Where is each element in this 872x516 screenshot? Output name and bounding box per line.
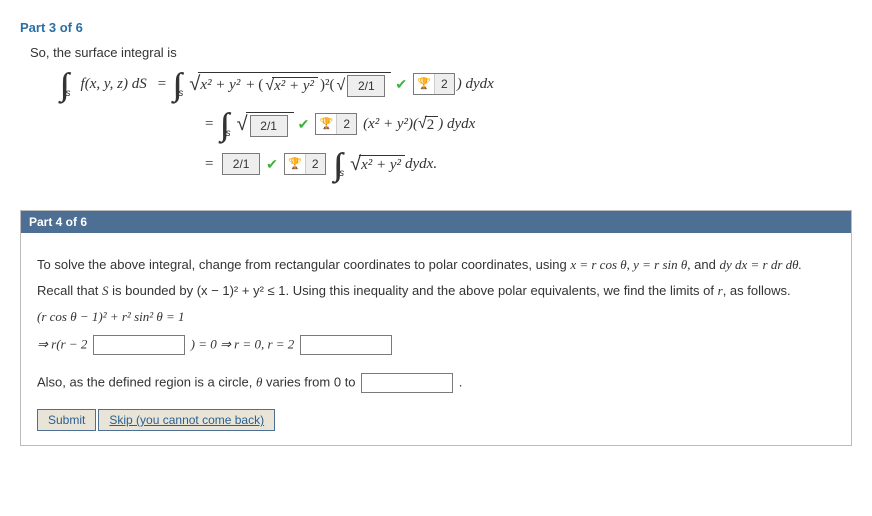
trophy-icon: 🏆 (414, 74, 435, 94)
check-icon: ✔ (298, 117, 310, 131)
part4-p2: Recall that S is bounded by (x − 1)² + y… (37, 283, 835, 299)
eq-line3: = 2/1 ✔ 🏆 2 ∫∫s √x² + y² dydx. (198, 148, 852, 180)
part4-container: Part 4 of 6 To solve the above integral,… (20, 210, 852, 446)
answer-box-2: 2/1 (250, 115, 288, 137)
trophy-icon: 🏆 (316, 114, 337, 134)
input-r-expr[interactable] (93, 335, 185, 355)
submit-button[interactable]: Submit (37, 409, 96, 431)
eq-line1: ∫∫s f(x, y, z) dS = ∫∫s √ x² + y² + ( √x… (60, 68, 852, 100)
input-r-value[interactable] (300, 335, 392, 355)
skip-button[interactable]: Skip (you cannot come back) (98, 409, 275, 431)
trophy-box-2: 🏆 2 (315, 113, 357, 135)
check-icon: ✔ (266, 157, 278, 171)
answer-box-3: 2/1 (222, 153, 260, 175)
part4-p3: Also, as the defined region is a circle,… (37, 373, 835, 393)
part4-header: Part 4 of 6 (21, 211, 851, 233)
trophy-icon: 🏆 (285, 154, 306, 174)
part4-p1: To solve the above integral, change from… (37, 257, 835, 273)
eq-line2: = ∫∫s √ 2/1 ✔ 🏆 2 (x² + y²)( √2 ) dydx (198, 108, 852, 140)
trophy-box-3: 🏆 2 (284, 153, 326, 175)
answer-box-1: 2/1 (347, 75, 385, 97)
input-theta-upper[interactable] (361, 373, 453, 393)
check-icon: ✔ (395, 77, 407, 91)
button-row: SubmitSkip (you cannot come back) (37, 409, 835, 431)
part4-eq2: ⇒ r(r − 2 ) = 0 ⇒ r = 0, r = 2 (37, 335, 835, 355)
part3-intro: So, the surface integral is (30, 45, 852, 60)
trophy-box-1: 🏆 2 (413, 73, 455, 95)
part4-eq1: (r cos θ − 1)² + r² sin² θ = 1 (37, 309, 835, 325)
part3-header: Part 3 of 6 (20, 20, 852, 35)
